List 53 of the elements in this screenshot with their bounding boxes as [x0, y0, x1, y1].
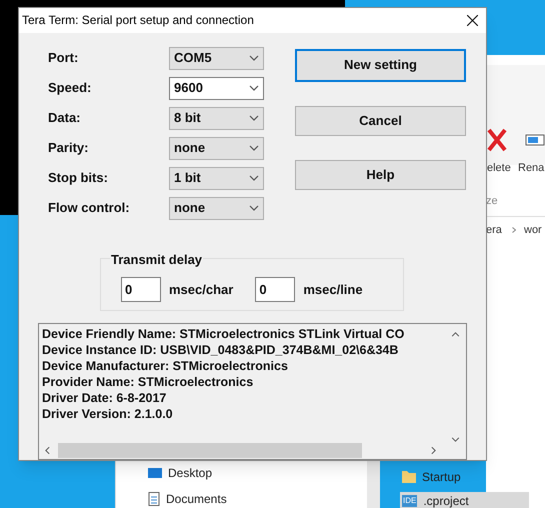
delete-icon — [487, 128, 507, 152]
close-icon[interactable] — [467, 14, 478, 26]
field-label: Flow control: — [48, 199, 131, 218]
scroll-right-icon — [431, 446, 436, 455]
field-label: Speed: — [48, 79, 92, 98]
dropdown[interactable]: 8 bit — [169, 106, 264, 130]
unit-label: msec/line — [303, 280, 363, 299]
nav-item[interactable]: Documents — [166, 490, 227, 508]
device-info-line: Provider Name: STMicroelectronics — [42, 374, 254, 390]
scroll-up-icon — [451, 332, 460, 337]
dropdown[interactable]: none — [169, 136, 264, 160]
delay-input[interactable]: 0 — [121, 276, 161, 302]
file-name[interactable]: .cproject — [423, 492, 469, 508]
chevron-down-icon — [249, 205, 259, 212]
chevron-down-icon — [249, 175, 259, 182]
ribbon-group-label: ze — [486, 194, 498, 209]
ribbon-label[interactable]: Rena — [518, 160, 544, 176]
monitor-icon — [148, 467, 162, 479]
breadcrumb-separator-icon — [512, 227, 516, 233]
dialog-button[interactable]: Help — [295, 160, 466, 190]
device-info-line: Driver Date: 6-8-2017 — [42, 390, 166, 406]
chevron-down-icon — [249, 55, 259, 62]
dialog-button[interactable]: New setting — [295, 48, 466, 82]
chevron-down-icon — [249, 145, 259, 152]
scrollbar-thumb[interactable] — [58, 442, 362, 458]
ide-file-icon: IDE — [402, 495, 418, 507]
window-title: Tera Term: Serial port setup and connection — [22, 12, 254, 30]
device-info-line: Device Manufacturer: STMicroelectronics — [42, 358, 288, 374]
file-name[interactable]: Startup — [422, 468, 461, 486]
field-label: Stop bits: — [48, 169, 109, 188]
dropdown[interactable]: 9600 — [169, 76, 264, 100]
field-label: Data: — [48, 109, 82, 128]
device-info-line: Device Instance ID: USB\VID_0483&PID_374B&MI_02\6&34B — [42, 342, 398, 358]
dialog-button[interactable]: Cancel — [295, 106, 466, 136]
dropdown[interactable]: COM5 — [169, 46, 264, 70]
delay-input[interactable]: 0 — [255, 276, 296, 302]
nav-item[interactable]: Desktop — [168, 464, 212, 482]
chevron-down-icon — [249, 85, 259, 92]
field-label: Port: — [48, 49, 80, 68]
chevron-down-icon — [249, 115, 259, 122]
breadcrumb-item[interactable]: era — [486, 222, 502, 238]
device-info-line: Device Friendly Name: STMicroelectronics STLink Virtual CO — [42, 326, 404, 342]
dropdown[interactable]: none — [169, 196, 264, 220]
unit-label: msec/char — [169, 280, 234, 299]
device-info-line: Driver Version: 2.1.0.0 — [42, 406, 173, 422]
folder-icon — [402, 471, 416, 483]
dropdown[interactable]: 1 bit — [169, 166, 264, 190]
field-label: Parity: — [48, 139, 90, 158]
scroll-left-icon — [45, 446, 50, 455]
ribbon-label[interactable]: elete — [487, 160, 511, 176]
breadcrumb-item[interactable]: wor — [524, 222, 542, 238]
scroll-down-icon — [451, 437, 460, 442]
rename-icon — [525, 133, 545, 147]
